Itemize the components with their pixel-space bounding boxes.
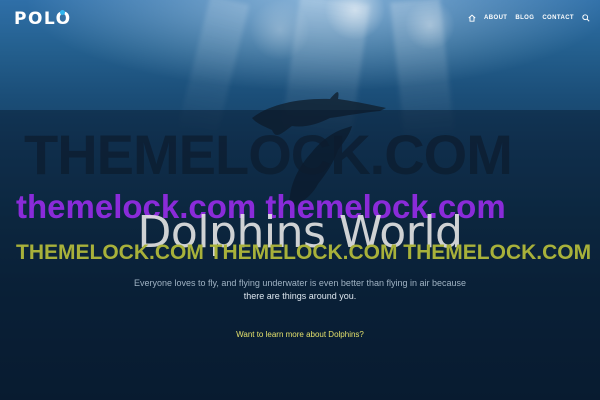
main-nav: ABOUT BLOG CONTACT	[468, 14, 590, 22]
logo-dot	[60, 10, 65, 15]
search-icon[interactable]	[582, 14, 590, 22]
watermark-large: THEMELOCK.COM	[24, 123, 513, 186]
watermark-olive: THEMELOCK.COM THEMELOCK.COM THEMELOCK.CO…	[16, 241, 592, 264]
hero-subtitle: Everyone loves to fly, and flying underw…	[110, 277, 490, 303]
nav-contact[interactable]: CONTACT	[542, 15, 574, 21]
site-header: POLO ABOUT BLOG CONTACT	[0, 0, 600, 36]
nav-about[interactable]: ABOUT	[484, 15, 507, 21]
nav-blog[interactable]: BLOG	[515, 15, 534, 21]
hero-subtitle-line-1: Everyone loves to fly, and flying underw…	[133, 278, 467, 288]
page: POLO ABOUT BLOG CONTACT THEMELOCK.COM th…	[0, 0, 600, 400]
hero-subtitle-line-2: there are things around you.	[243, 291, 357, 301]
home-icon[interactable]	[468, 14, 476, 22]
learn-more-link[interactable]: Want to learn more about Dolphins?	[0, 330, 600, 339]
